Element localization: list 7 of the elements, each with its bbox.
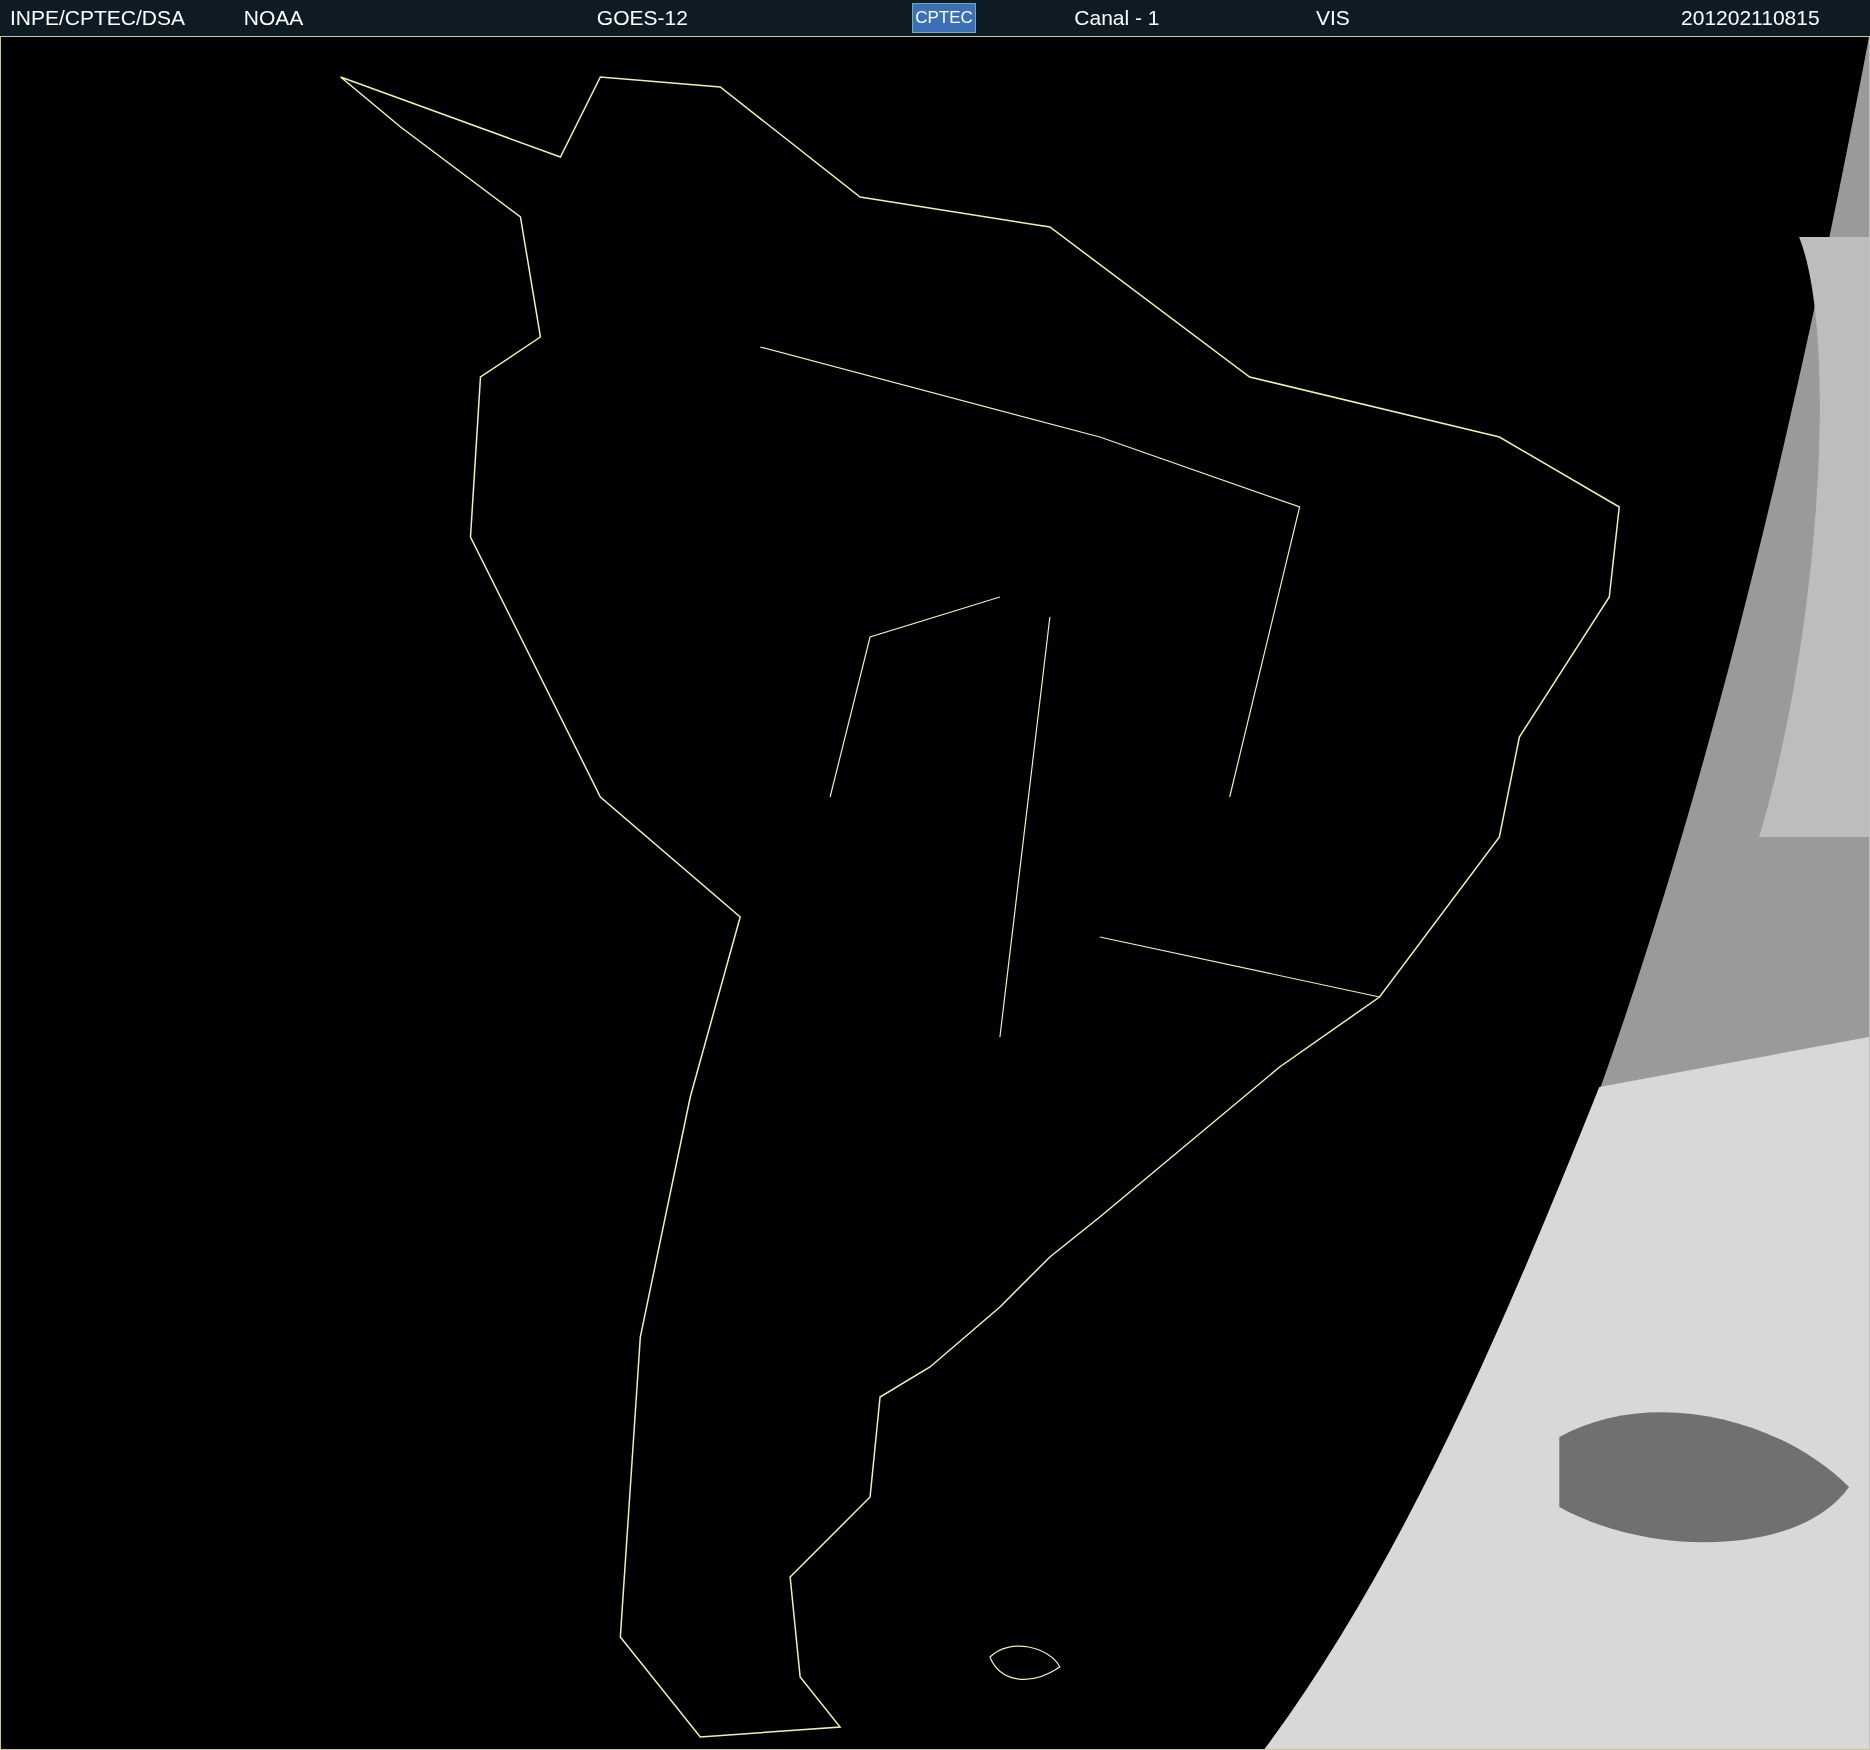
header-label: VIS xyxy=(1316,6,1350,30)
header-label: Canal - 1 xyxy=(1074,6,1160,30)
header-label: NOAA xyxy=(243,6,304,30)
logo: CPTEC xyxy=(912,3,976,33)
header-label: 201202110815 xyxy=(1681,6,1820,30)
header-label: GOES-12 xyxy=(596,6,688,30)
header-label: INPE/CPTEC/DSA xyxy=(10,6,186,30)
